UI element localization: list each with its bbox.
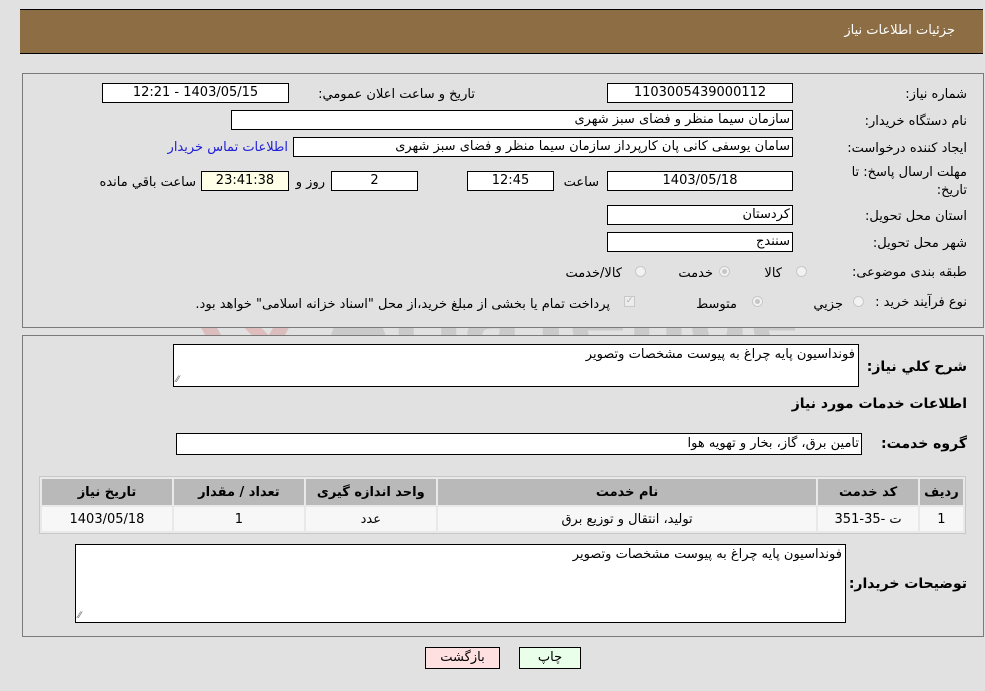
requester-field: سامان یوسفی کانی پان کارپرداز سازمان سیم… [293, 137, 793, 157]
category-option-service: خدمت [678, 266, 713, 281]
category-radio-service[interactable] [719, 266, 730, 277]
deadline-date-field: 1403/05/18 [607, 171, 793, 191]
service-group-label: گروه خدمت: [881, 436, 967, 452]
announce-datetime-label: تاریخ و ساعت اعلان عمومي: [318, 87, 475, 102]
remaining-time-label: ساعت باقي مانده [99, 175, 196, 190]
category-option-goods-service: کالا/خدمت [565, 266, 622, 281]
buyer-notes-text: فونداسیون پایه چراغ به پیوست مشخصات وتصو… [572, 547, 842, 562]
col-header-service-name: نام خدمت [437, 479, 817, 505]
province-label: استان محل تحویل: [865, 209, 967, 224]
announce-datetime-field: 1403/05/15 - 12:21 [102, 83, 289, 103]
page-title: جزئیات اطلاعات نیاز [844, 23, 955, 38]
buyer-org-field: سازمان سیما منظر و فضای سبز شهری [231, 110, 793, 130]
general-desc-text: فونداسیون پایه چراغ به پیوست مشخصات وتصو… [585, 347, 855, 362]
col-header-unit: واحد اندازه گیری [305, 479, 436, 505]
back-button[interactable]: بازگشت [425, 647, 500, 669]
cell-need-date: 1403/05/18 [42, 507, 172, 531]
buyer-contact-link[interactable]: اطلاعات تماس خریدار [168, 140, 288, 155]
buyer-notes-label: توضیحات خریدار: [848, 576, 967, 592]
print-button[interactable]: چاپ [519, 647, 581, 669]
category-radio-goods[interactable] [796, 266, 807, 277]
need-number-label: شماره نیاز: [905, 87, 967, 102]
resize-grip-icon[interactable]: ⁄⁄ [78, 611, 81, 621]
cell-quantity: 1 [173, 507, 304, 531]
deadline-label-line2: تاریخ: [936, 183, 967, 198]
cell-service-name: تولید، انتقال و توزیع برق [437, 507, 817, 531]
services-title: اطلاعات خدمات مورد نیاز [791, 396, 967, 412]
category-radio-goods-service[interactable] [635, 266, 646, 277]
category-option-goods: کالا [764, 266, 782, 281]
table-row: 1 ت -35-351 تولید، انتقال و توزیع برق عد… [42, 507, 963, 531]
requester-label: ایجاد کننده درخواست: [847, 141, 967, 156]
cell-service-code: ت -35-351 [818, 507, 918, 531]
deadline-label-line1: مهلت ارسال پاسخ: تا [851, 165, 967, 180]
remaining-time-field: 23:41:38 [201, 171, 289, 191]
deadline-time-field: 12:45 [467, 171, 554, 191]
buyer-org-label: نام دستگاه خریدار: [864, 114, 967, 129]
general-desc-textarea[interactable]: فونداسیون پایه چراغ به پیوست مشخصات وتصو… [173, 344, 859, 387]
need-number-field: 1103005439000112 [607, 83, 793, 103]
category-label: طبقه بندی موضوعی: [851, 265, 967, 280]
purchase-option-medium: متوسط [696, 297, 737, 312]
deadline-time-label: ساعت [563, 175, 599, 190]
resize-grip-icon[interactable]: ⁄⁄ [176, 375, 179, 385]
province-field: کردستان [607, 205, 793, 225]
col-header-quantity: تعداد / مقدار [173, 479, 304, 505]
purchase-type-label: نوع فرآیند خرید : [875, 295, 967, 310]
purchase-radio-minor[interactable] [853, 296, 864, 307]
remaining-days-field: 2 [331, 171, 418, 191]
purchase-option-minor: جزيي [813, 297, 843, 312]
purchase-radio-medium[interactable] [752, 296, 763, 307]
city-label: شهر محل تحویل: [872, 236, 967, 251]
city-field: سنندج [607, 232, 793, 252]
col-header-row-number: ردیف [919, 479, 963, 505]
cell-row-number: 1 [919, 507, 963, 531]
days-label: روز و [295, 175, 325, 190]
table-header-row: ردیف کد خدمت نام خدمت واحد اندازه گیری ت… [42, 479, 963, 505]
service-group-field: تامین برق، گاز، بخار و تهویه هوا [176, 433, 862, 455]
col-header-need-date: تاریخ نیاز [42, 479, 172, 505]
general-desc-label: شرح کلي نیاز: [866, 359, 967, 375]
cell-unit: عدد [305, 507, 436, 531]
page-header: جزئیات اطلاعات نیاز [20, 9, 983, 54]
services-table: ردیف کد خدمت نام خدمت واحد اندازه گیری ت… [39, 476, 966, 534]
treasury-checkbox-label: پرداخت تمام یا بخشی از مبلغ خرید،از محل … [195, 297, 610, 312]
buyer-notes-textarea[interactable]: فونداسیون پایه چراغ به پیوست مشخصات وتصو… [75, 544, 846, 623]
col-header-service-code: کد خدمت [818, 479, 918, 505]
treasury-checkbox[interactable]: ✓ [624, 296, 635, 307]
